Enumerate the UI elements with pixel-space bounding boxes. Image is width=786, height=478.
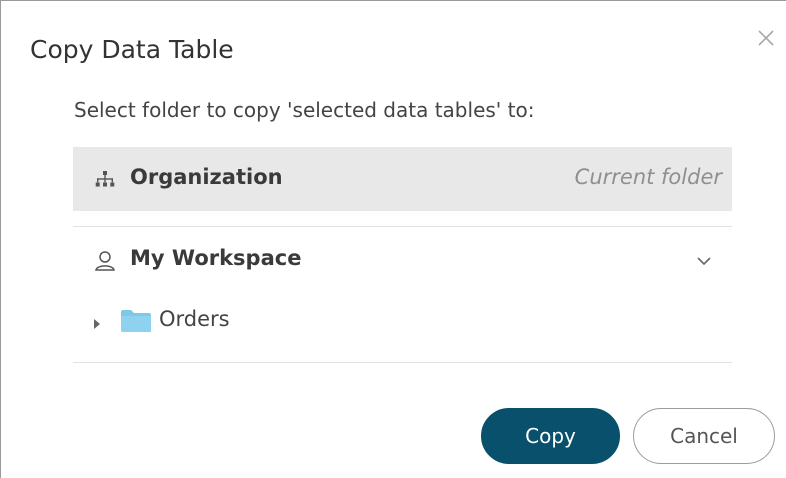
- cancel-button[interactable]: Cancel: [633, 408, 775, 464]
- organization-label: Organization: [130, 165, 283, 189]
- close-icon[interactable]: [753, 25, 779, 51]
- caret-right-icon[interactable]: [92, 315, 102, 329]
- copy-button[interactable]: Copy: [481, 408, 620, 464]
- my-workspace-label: My Workspace: [130, 246, 302, 270]
- folder-option-my-workspace[interactable]: My Workspace: [73, 237, 732, 285]
- chevron-down-icon[interactable]: [695, 253, 713, 267]
- current-folder-label: Current folder: [574, 165, 722, 189]
- dialog-title: Copy Data Table: [30, 35, 234, 64]
- divider: [73, 226, 732, 227]
- folder-label: Orders: [159, 307, 230, 331]
- folder-option-organization[interactable]: Organization Current folder: [73, 147, 732, 211]
- copy-data-table-dialog: Copy Data Table Select folder to copy 's…: [0, 0, 786, 478]
- instruction-text: Select folder to copy 'selected data tab…: [74, 98, 535, 122]
- folder-item-orders[interactable]: Orders: [73, 299, 732, 343]
- user-icon: [94, 249, 116, 273]
- divider: [73, 362, 732, 363]
- folder-icon: [120, 309, 152, 333]
- hierarchy-icon: [94, 170, 116, 188]
